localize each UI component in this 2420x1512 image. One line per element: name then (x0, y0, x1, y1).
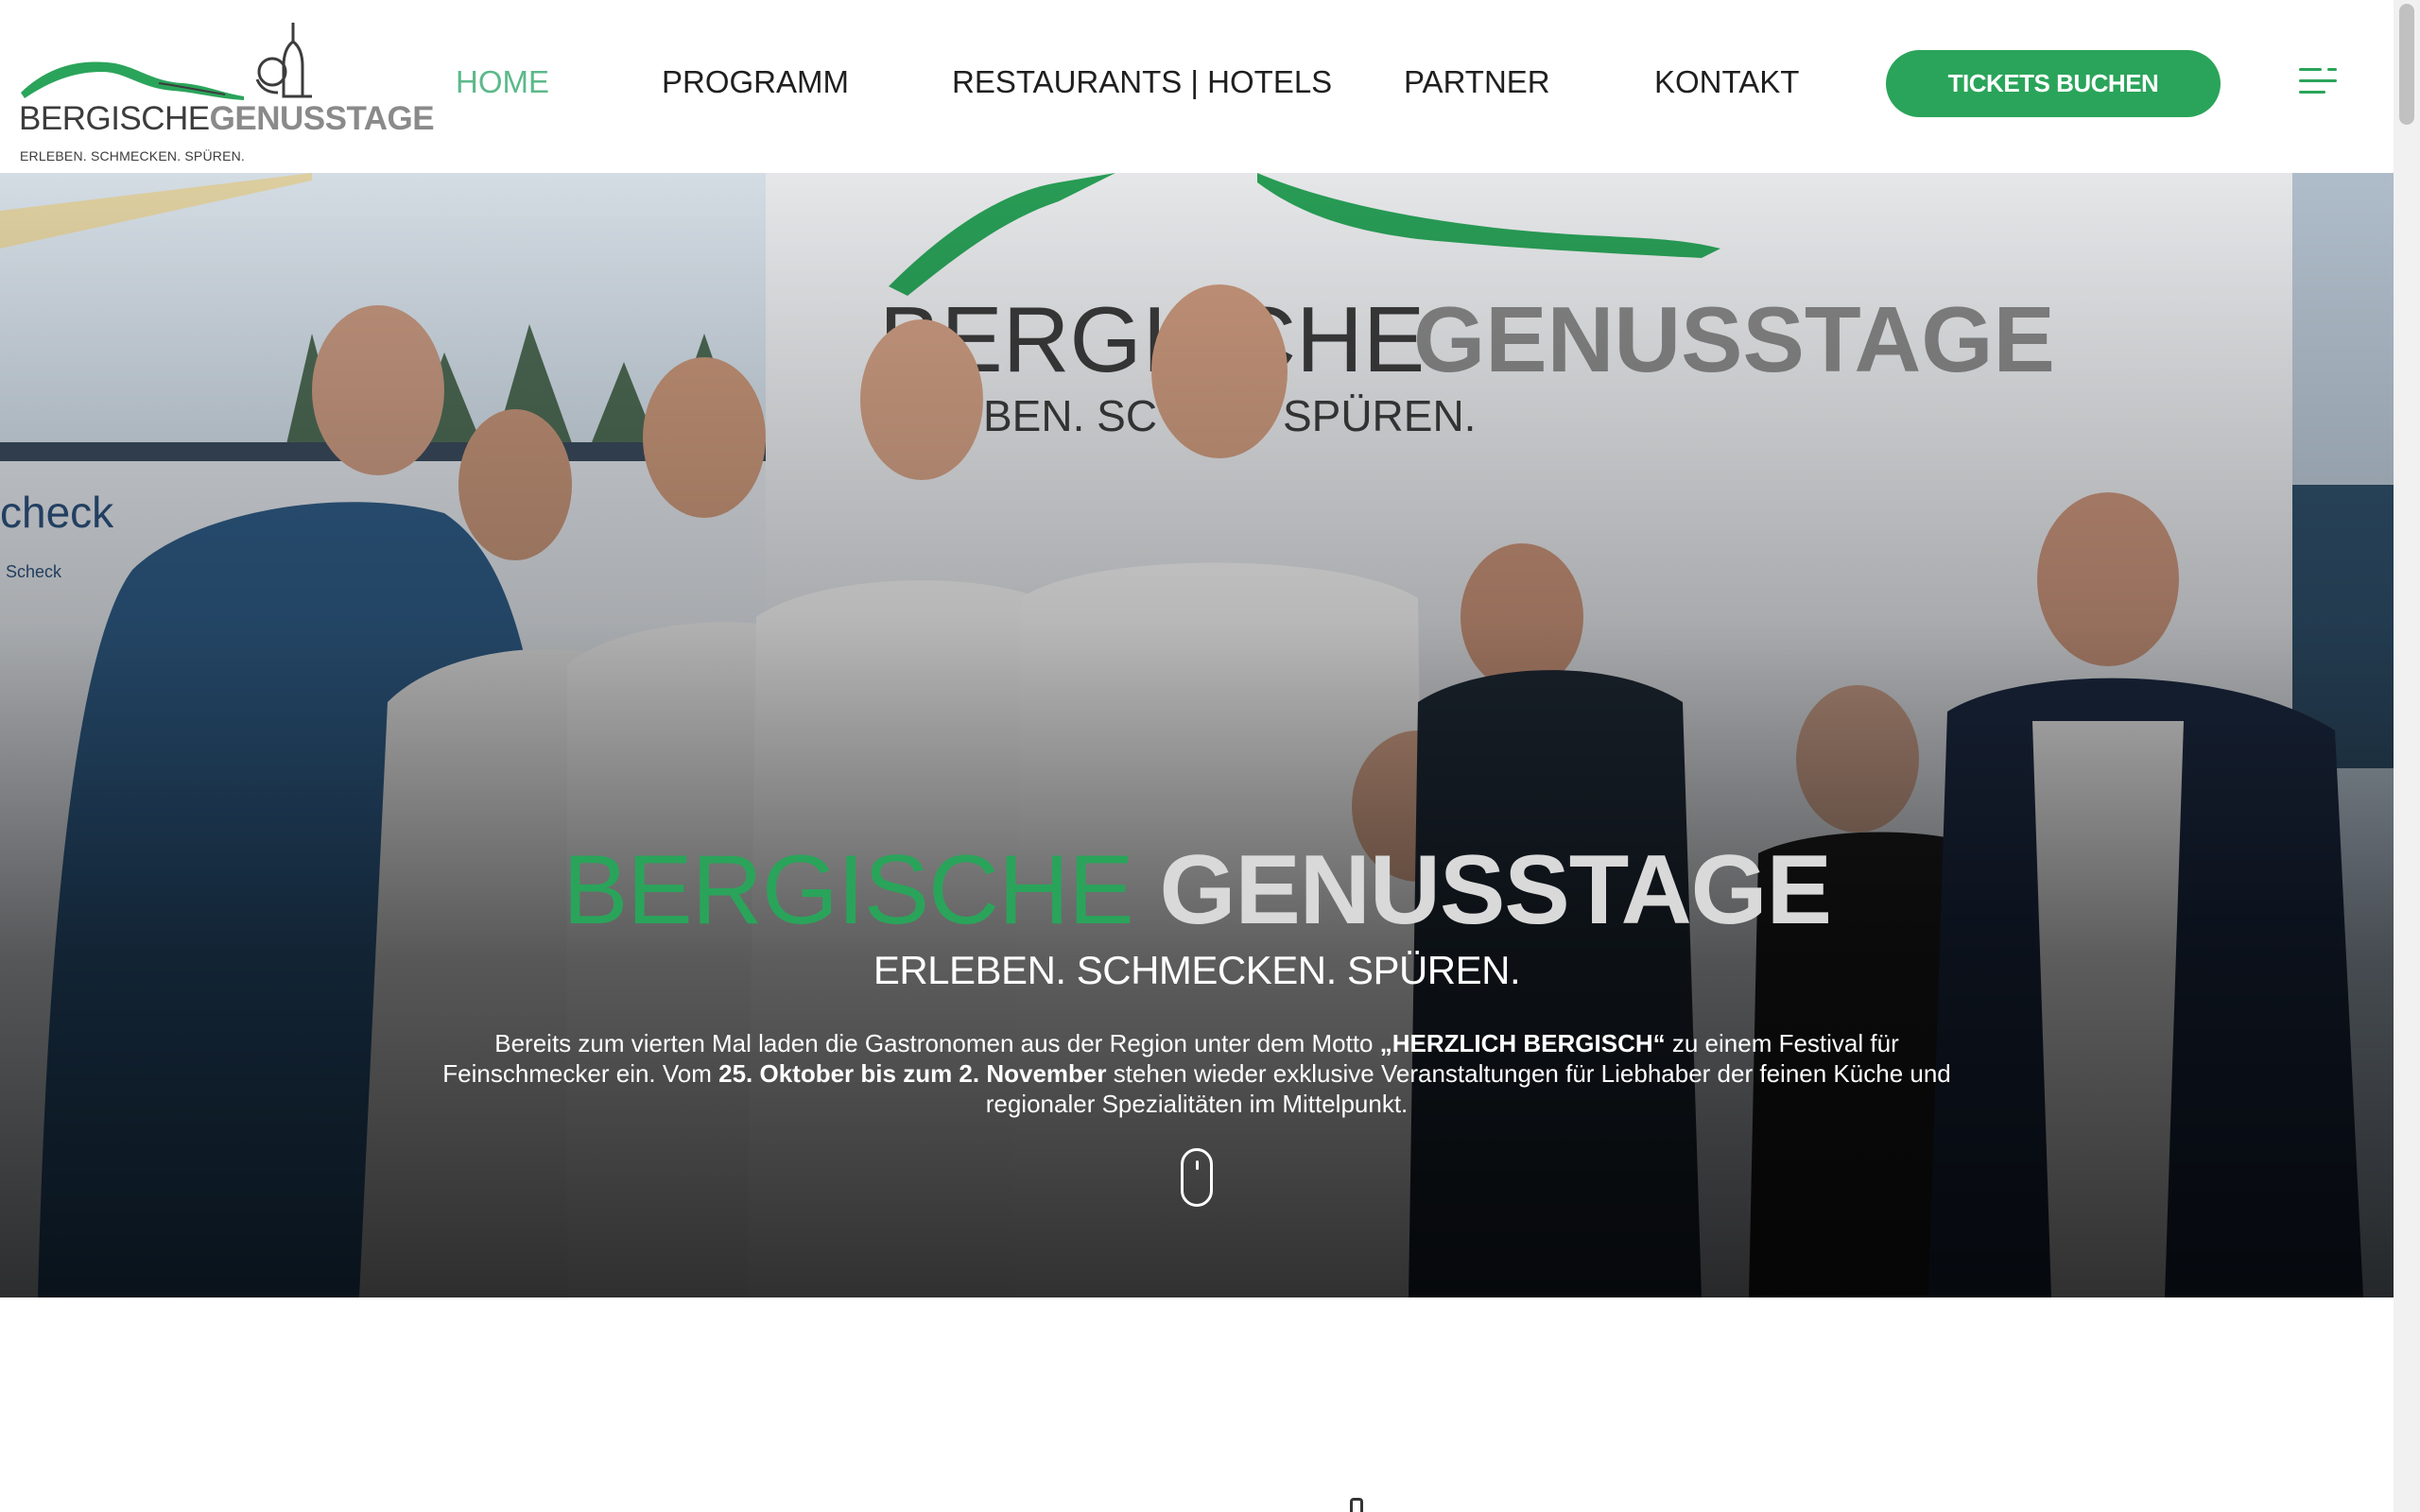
mouse-scroll-icon[interactable] (1181, 1148, 1213, 1207)
hamburger-menu-icon[interactable] (2299, 66, 2337, 96)
hero-text-part-3: stehen wieder exklusive Veranstaltungen … (985, 1059, 1951, 1118)
main-nav: HOME PROGRAMM RESTAURANTS | HOTELS PARTN… (0, 64, 1799, 106)
nav-item-restaurants-hotels[interactable]: RESTAURANTS | HOTELS (952, 64, 1332, 100)
hero-text-part-1: Bereits zum vierten Mal laden die Gastro… (494, 1029, 1380, 1057)
tickets-buchen-button[interactable]: TICKETS BUCHEN (1886, 50, 2221, 117)
hero-subtitle: ERLEBEN. SCHMECKEN. SPÜREN. (873, 948, 1521, 992)
hero-title: BERGISCHE GENUSSTAGE (0, 834, 2394, 947)
logo-tagline: ERLEBEN. SCHMECKEN. SPÜREN. (20, 148, 246, 163)
page-scrollbar[interactable] (2394, 0, 2420, 1512)
bottle-icon (1350, 1498, 1363, 1512)
hero-title-word-2: GENUSSTAGE (1159, 835, 1832, 945)
hero-section: check Scheck BERGISCHE GENUSSTAGE BEN. S… (0, 173, 2394, 1297)
site-header: BERGISCHEGENUSSTAGE ERLEBEN. SCHMECKEN. … (0, 0, 2394, 173)
hero-text-dates: 25. Oktober bis zum 2. November (718, 1059, 1107, 1088)
nav-item-programm[interactable]: PROGRAMM (662, 64, 849, 100)
nav-item-kontakt[interactable]: KONTAKT (1654, 64, 1799, 100)
hero-title-word-1: BERGISCHE (562, 835, 1134, 945)
scrollbar-thumb[interactable] (2399, 4, 2414, 125)
hero-overlay (0, 173, 2394, 1297)
hero-text-motto: „HERZLICH BERGISCH“ (1379, 1029, 1666, 1057)
nav-item-home[interactable]: HOME (456, 64, 549, 100)
hero-intro-text: Bereits zum vierten Mal laden die Gastro… (416, 1028, 1978, 1119)
nav-item-partner[interactable]: PARTNER (1404, 64, 1550, 100)
logo-wordmark: BERGISCHEGENUSSTAGE (19, 100, 435, 138)
